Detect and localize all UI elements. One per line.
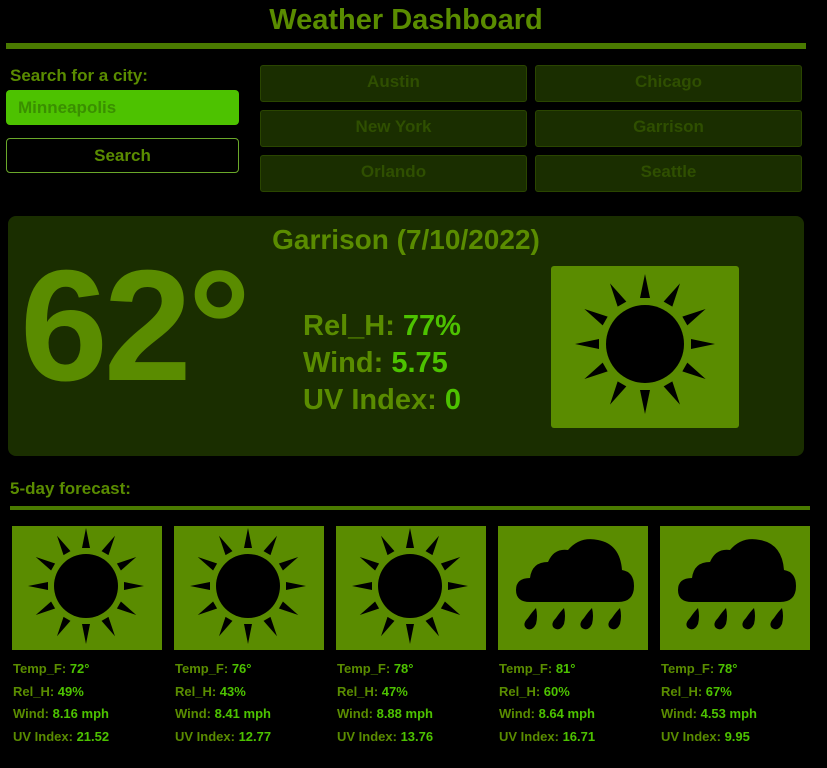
city-button-garrison[interactable]: Garrison	[535, 110, 802, 147]
forecast-icon-box	[174, 526, 324, 650]
header-divider	[6, 43, 806, 49]
forecast-icon-box	[12, 526, 162, 650]
city-search-input[interactable]	[6, 90, 239, 125]
forecast-day-3: Temp_F: 78° Rel_H: 47% Wind: 8.88 mph UV…	[336, 526, 486, 748]
forecast-humidity: Rel_H: 67%	[661, 683, 732, 699]
forecast-day-4: Temp_F: 81° Rel_H: 60% Wind: 8.64 mph UV…	[498, 526, 648, 748]
forecast-icon-box	[660, 526, 810, 650]
forecast-wind: Wind: 8.64 mph	[499, 706, 595, 721]
wind-row: Wind: 5.75	[303, 345, 461, 382]
forecast-humidity: Rel_H: 43%	[175, 683, 246, 699]
uv-label: UV Index:	[303, 384, 445, 416]
search-label: Search for a city:	[10, 66, 148, 85]
forecast-wind: Wind: 8.41 mph	[175, 706, 271, 721]
city-button-chicago[interactable]: Chicago	[535, 65, 802, 102]
city-button-austin[interactable]: Austin	[260, 65, 527, 102]
city-button-orlando[interactable]: Orlando	[260, 155, 527, 192]
forecast-temp: Temp_F: 81°	[499, 661, 576, 676]
forecast-day-5: Temp_F: 78° Rel_H: 67% Wind: 4.53 mph UV…	[660, 526, 810, 748]
forecast-uv: UV Index: 12.77	[175, 728, 272, 744]
forecast-temp: Temp_F: 76°	[175, 661, 252, 676]
forecast-wind: Wind: 8.16 mph	[13, 706, 109, 721]
rain-icon	[678, 539, 796, 630]
forecast-uv: UV Index: 13.76	[337, 728, 434, 744]
forecast-label: 5-day forecast:	[10, 479, 131, 498]
humidity-label: Rel_H:	[303, 310, 403, 342]
forecast-uv: UV Index: 16.71	[499, 728, 596, 744]
humidity-value: 77%	[402, 310, 461, 342]
forecast-humidity: Rel_H: 47%	[337, 683, 408, 699]
humidity-row: Rel_H: 77%	[303, 308, 461, 345]
forecast-uv: UV Index: 21.52	[13, 728, 110, 744]
forecast-temp: Temp_F: 72°	[13, 661, 90, 676]
forecast-day-2: Temp_F: 76° Rel_H: 43% Wind: 8.41 mph UV…	[174, 526, 324, 748]
search-button[interactable]: Search	[6, 138, 239, 173]
forecast-humidity: Rel_H: 49%	[13, 683, 84, 699]
wind-value: 5.75	[391, 347, 448, 379]
forecast-wind: Wind: 8.88 mph	[337, 706, 433, 721]
current-weather-panel: Garrison (7/10/2022) 62° Rel_H: 77% Wind…	[8, 216, 804, 456]
uv-row: UV Index: 0	[303, 382, 461, 419]
forecast-icon-box	[498, 526, 648, 650]
forecast-wind: Wind: 4.53 mph	[661, 706, 757, 721]
city-button-new-york[interactable]: New York	[260, 110, 527, 147]
sun-icon	[28, 528, 144, 644]
current-weather-icon-box	[551, 266, 739, 428]
sun-icon	[575, 274, 715, 414]
current-stats: Rel_H: 77% Wind: 5.75 UV Index: 0	[303, 308, 461, 419]
forecast-day-1: Temp_F: 72° Rel_H: 49% Wind: 8.16 mph UV…	[12, 526, 162, 748]
forecast-icon-box	[336, 526, 486, 650]
forecast-temp: Temp_F: 78°	[661, 661, 738, 676]
forecast-divider	[10, 506, 810, 510]
city-button-seattle[interactable]: Seattle	[535, 155, 802, 192]
sun-icon	[352, 528, 468, 644]
wind-label: Wind:	[303, 347, 392, 379]
page-title: Weather Dashboard	[269, 4, 543, 36]
forecast-humidity: Rel_H: 60%	[499, 683, 570, 699]
current-temperature: 62°	[20, 238, 251, 414]
rain-icon	[516, 539, 634, 630]
forecast-temp: Temp_F: 78°	[337, 661, 414, 676]
sun-icon	[190, 528, 306, 644]
forecast-uv: UV Index: 9.95	[661, 728, 750, 744]
uv-value: 0	[444, 384, 461, 416]
